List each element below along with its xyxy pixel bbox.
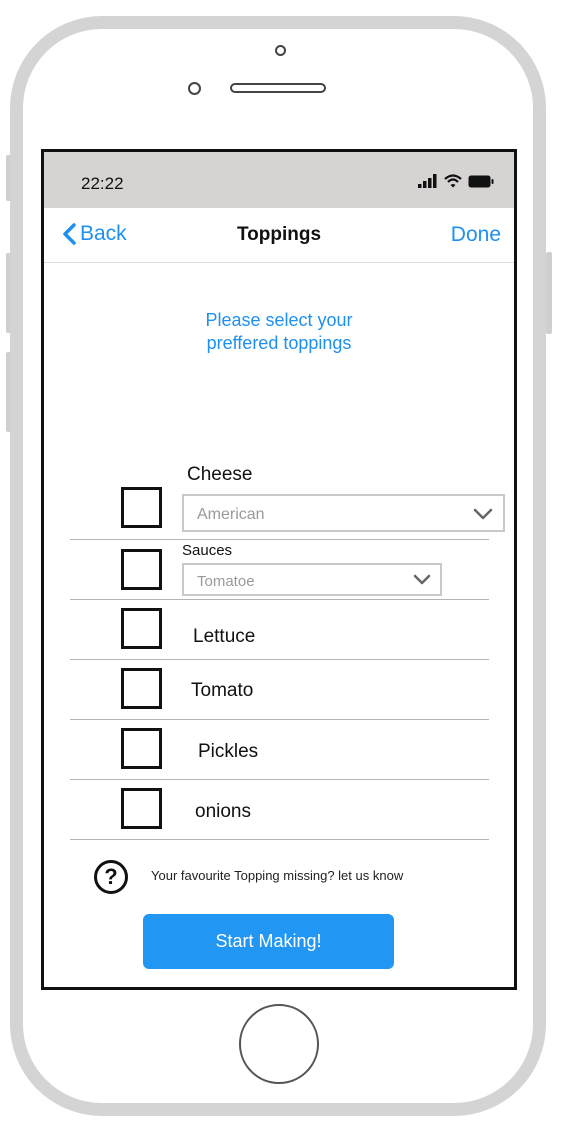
tomato-checkbox[interactable]: [121, 668, 162, 709]
sauces-checkbox[interactable]: [121, 549, 162, 590]
sauces-select-value: Tomatoe: [197, 573, 255, 590]
instruction-line-2: preffered toppings: [206, 333, 352, 353]
tomato-label: Tomato: [191, 680, 254, 701]
cheese-select-value: American: [197, 506, 265, 523]
power-button: [546, 252, 552, 334]
home-button[interactable]: [239, 1004, 319, 1084]
row-divider: [70, 659, 489, 660]
proximity-sensor: [188, 82, 201, 95]
cheese-select[interactable]: American: [182, 494, 505, 532]
app-screen: 22:22 Back Toppings Done Please select y…: [41, 149, 517, 990]
chevron-left-icon: [63, 223, 76, 245]
instruction-line-1: Please select your: [205, 310, 353, 330]
missing-topping-link[interactable]: Your favourite Topping missing? let us k…: [151, 868, 403, 883]
navigation-bar: Back Toppings Done: [44, 208, 514, 263]
signal-icon: [418, 174, 437, 188]
earpiece-speaker: [230, 83, 326, 93]
status-bar: 22:22: [44, 152, 514, 208]
back-label: Back: [80, 222, 127, 245]
sauces-select[interactable]: Tomatoe: [182, 563, 442, 596]
row-divider: [70, 719, 489, 720]
sauces-label: Sauces: [182, 542, 233, 559]
chevron-down-icon: [413, 574, 431, 585]
pickles-checkbox[interactable]: [121, 728, 162, 769]
status-icons: [418, 174, 494, 188]
lettuce-checkbox[interactable]: [121, 608, 162, 649]
row-divider: [70, 599, 489, 600]
cheese-checkbox[interactable]: [121, 487, 162, 528]
row-divider: [70, 779, 489, 780]
row-divider: [70, 839, 489, 840]
question-circle-icon[interactable]: ?: [94, 860, 128, 894]
lettuce-label: Lettuce: [193, 626, 256, 647]
battery-icon: [468, 175, 494, 187]
status-time: 22:22: [81, 174, 124, 193]
done-button[interactable]: Done: [451, 223, 501, 247]
row-divider: [70, 539, 489, 540]
onions-label: onions: [195, 801, 251, 822]
back-button[interactable]: Back: [60, 222, 127, 246]
chevron-down-icon: [473, 508, 493, 520]
pickles-label: Pickles: [198, 741, 259, 762]
start-making-button[interactable]: Start Making!: [143, 914, 394, 969]
wifi-icon: [444, 174, 462, 188]
instruction-text: Please select your preffered toppings: [44, 309, 514, 355]
front-camera: [275, 45, 286, 56]
onions-checkbox[interactable]: [121, 788, 162, 829]
cheese-label: Cheese: [187, 464, 253, 485]
